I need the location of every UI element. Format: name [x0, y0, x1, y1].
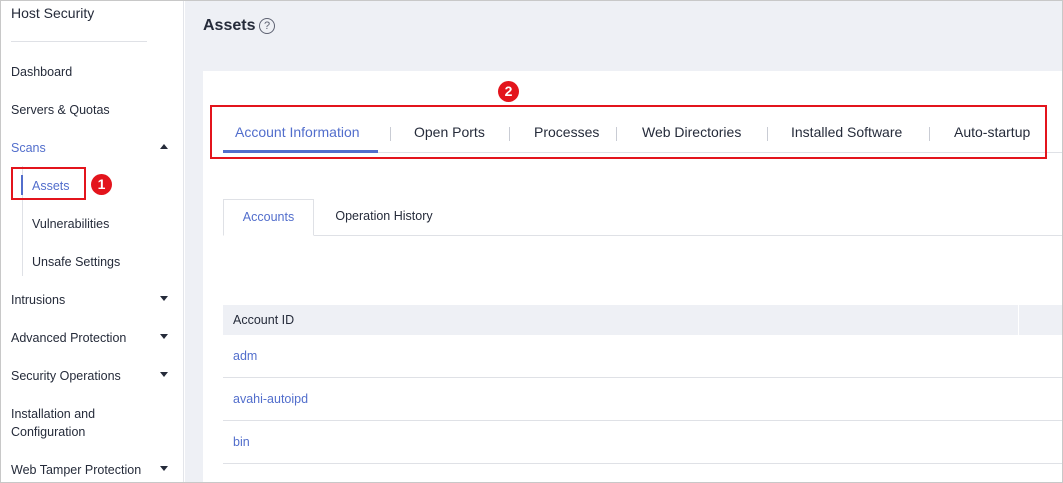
chevron-down-icon[interactable]	[160, 334, 168, 339]
chevron-down-icon[interactable]	[160, 466, 168, 471]
callout-number: 2	[498, 81, 519, 102]
sidebar-divider	[11, 41, 147, 42]
sidebar-item-intrusions[interactable]: Intrusions	[11, 291, 65, 309]
account-id-link[interactable]: adm	[233, 349, 257, 363]
sidebar-item-web-tamper-protection[interactable]: Web Tamper Protection	[11, 461, 141, 479]
chevron-down-icon[interactable]	[160, 296, 168, 301]
table-row: avahi-autoipd	[223, 378, 1062, 421]
callout-box-assets	[11, 167, 86, 200]
account-id-link[interactable]: bin	[233, 435, 250, 449]
subtab-accounts[interactable]: Accounts	[223, 199, 314, 236]
sidebar-item-vulnerabilities[interactable]: Vulnerabilities	[32, 215, 109, 233]
table-row: bin	[223, 421, 1062, 464]
sidebar: Host Security Dashboard Servers & Quotas…	[1, 1, 184, 482]
column-divider	[1018, 305, 1019, 335]
subtab-operation-history[interactable]: Operation History	[314, 199, 454, 236]
page-title: Assets	[203, 17, 256, 34]
sidebar-item-advanced-protection[interactable]: Advanced Protection	[11, 329, 126, 347]
table-row: adm	[223, 335, 1062, 378]
chevron-up-icon[interactable]	[160, 144, 168, 149]
sidebar-item-dashboard[interactable]: Dashboard	[11, 63, 72, 81]
table-header: Account ID	[223, 305, 1062, 335]
window-frame: Host Security Dashboard Servers & Quotas…	[0, 0, 1063, 483]
sidebar-item-servers-quotas[interactable]: Servers & Quotas	[11, 101, 110, 119]
account-subtabs: Accounts Operation History	[223, 199, 1062, 236]
help-icon[interactable]: ?	[259, 18, 275, 34]
sidebar-item-scans[interactable]: Scans	[11, 139, 46, 157]
chevron-down-icon[interactable]	[160, 372, 168, 377]
sidebar-title: Host Security	[11, 5, 95, 21]
callout-box-tabs	[210, 105, 1047, 159]
sidebar-item-security-operations[interactable]: Security Operations	[11, 367, 121, 385]
sidebar-item-unsafe-settings[interactable]: Unsafe Settings	[32, 253, 120, 271]
main-content: Assets ? Account Information Open Ports …	[185, 1, 1062, 482]
sidebar-item-installation-configuration[interactable]: Installation and Configuration	[11, 405, 131, 441]
column-header-account-id[interactable]: Account ID	[233, 313, 294, 327]
callout-number: 1	[91, 174, 112, 195]
accounts-table: Account ID adm avahi-autoipd bin	[223, 305, 1062, 464]
account-id-link[interactable]: avahi-autoipd	[233, 392, 308, 406]
